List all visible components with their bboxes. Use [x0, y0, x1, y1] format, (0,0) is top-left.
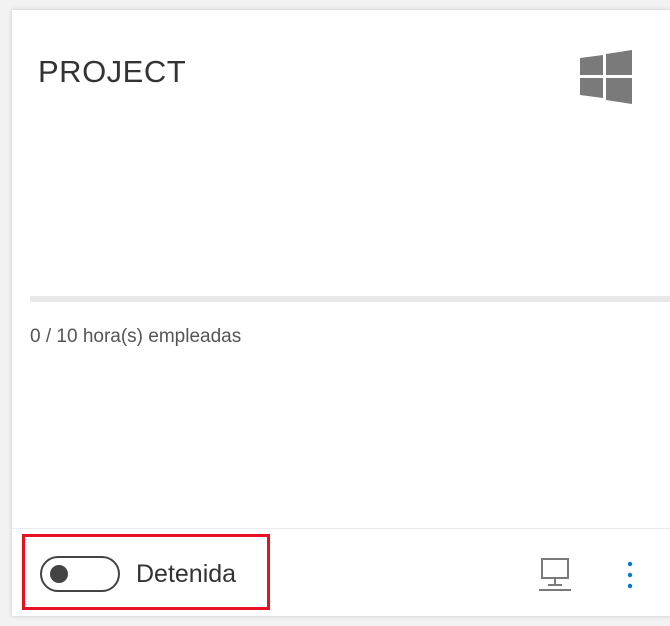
vm-status-label: Detenida	[136, 560, 237, 588]
more-vertical-icon[interactable]	[620, 558, 640, 592]
toggle-knob	[50, 565, 68, 583]
card-title: PROJECT	[38, 54, 187, 89]
windows-logo-icon	[580, 50, 632, 104]
hours-used-text: 0 / 10 hora(s) empleadas	[30, 326, 242, 347]
usage-progress-bar	[30, 296, 670, 302]
lab-card: PROJECT 0 / 10 hora(s) empleadas Detenid…	[12, 10, 670, 616]
vm-power-toggle[interactable]	[40, 556, 120, 592]
footer-divider	[12, 528, 670, 529]
remote-desktop-icon[interactable]	[538, 556, 572, 592]
